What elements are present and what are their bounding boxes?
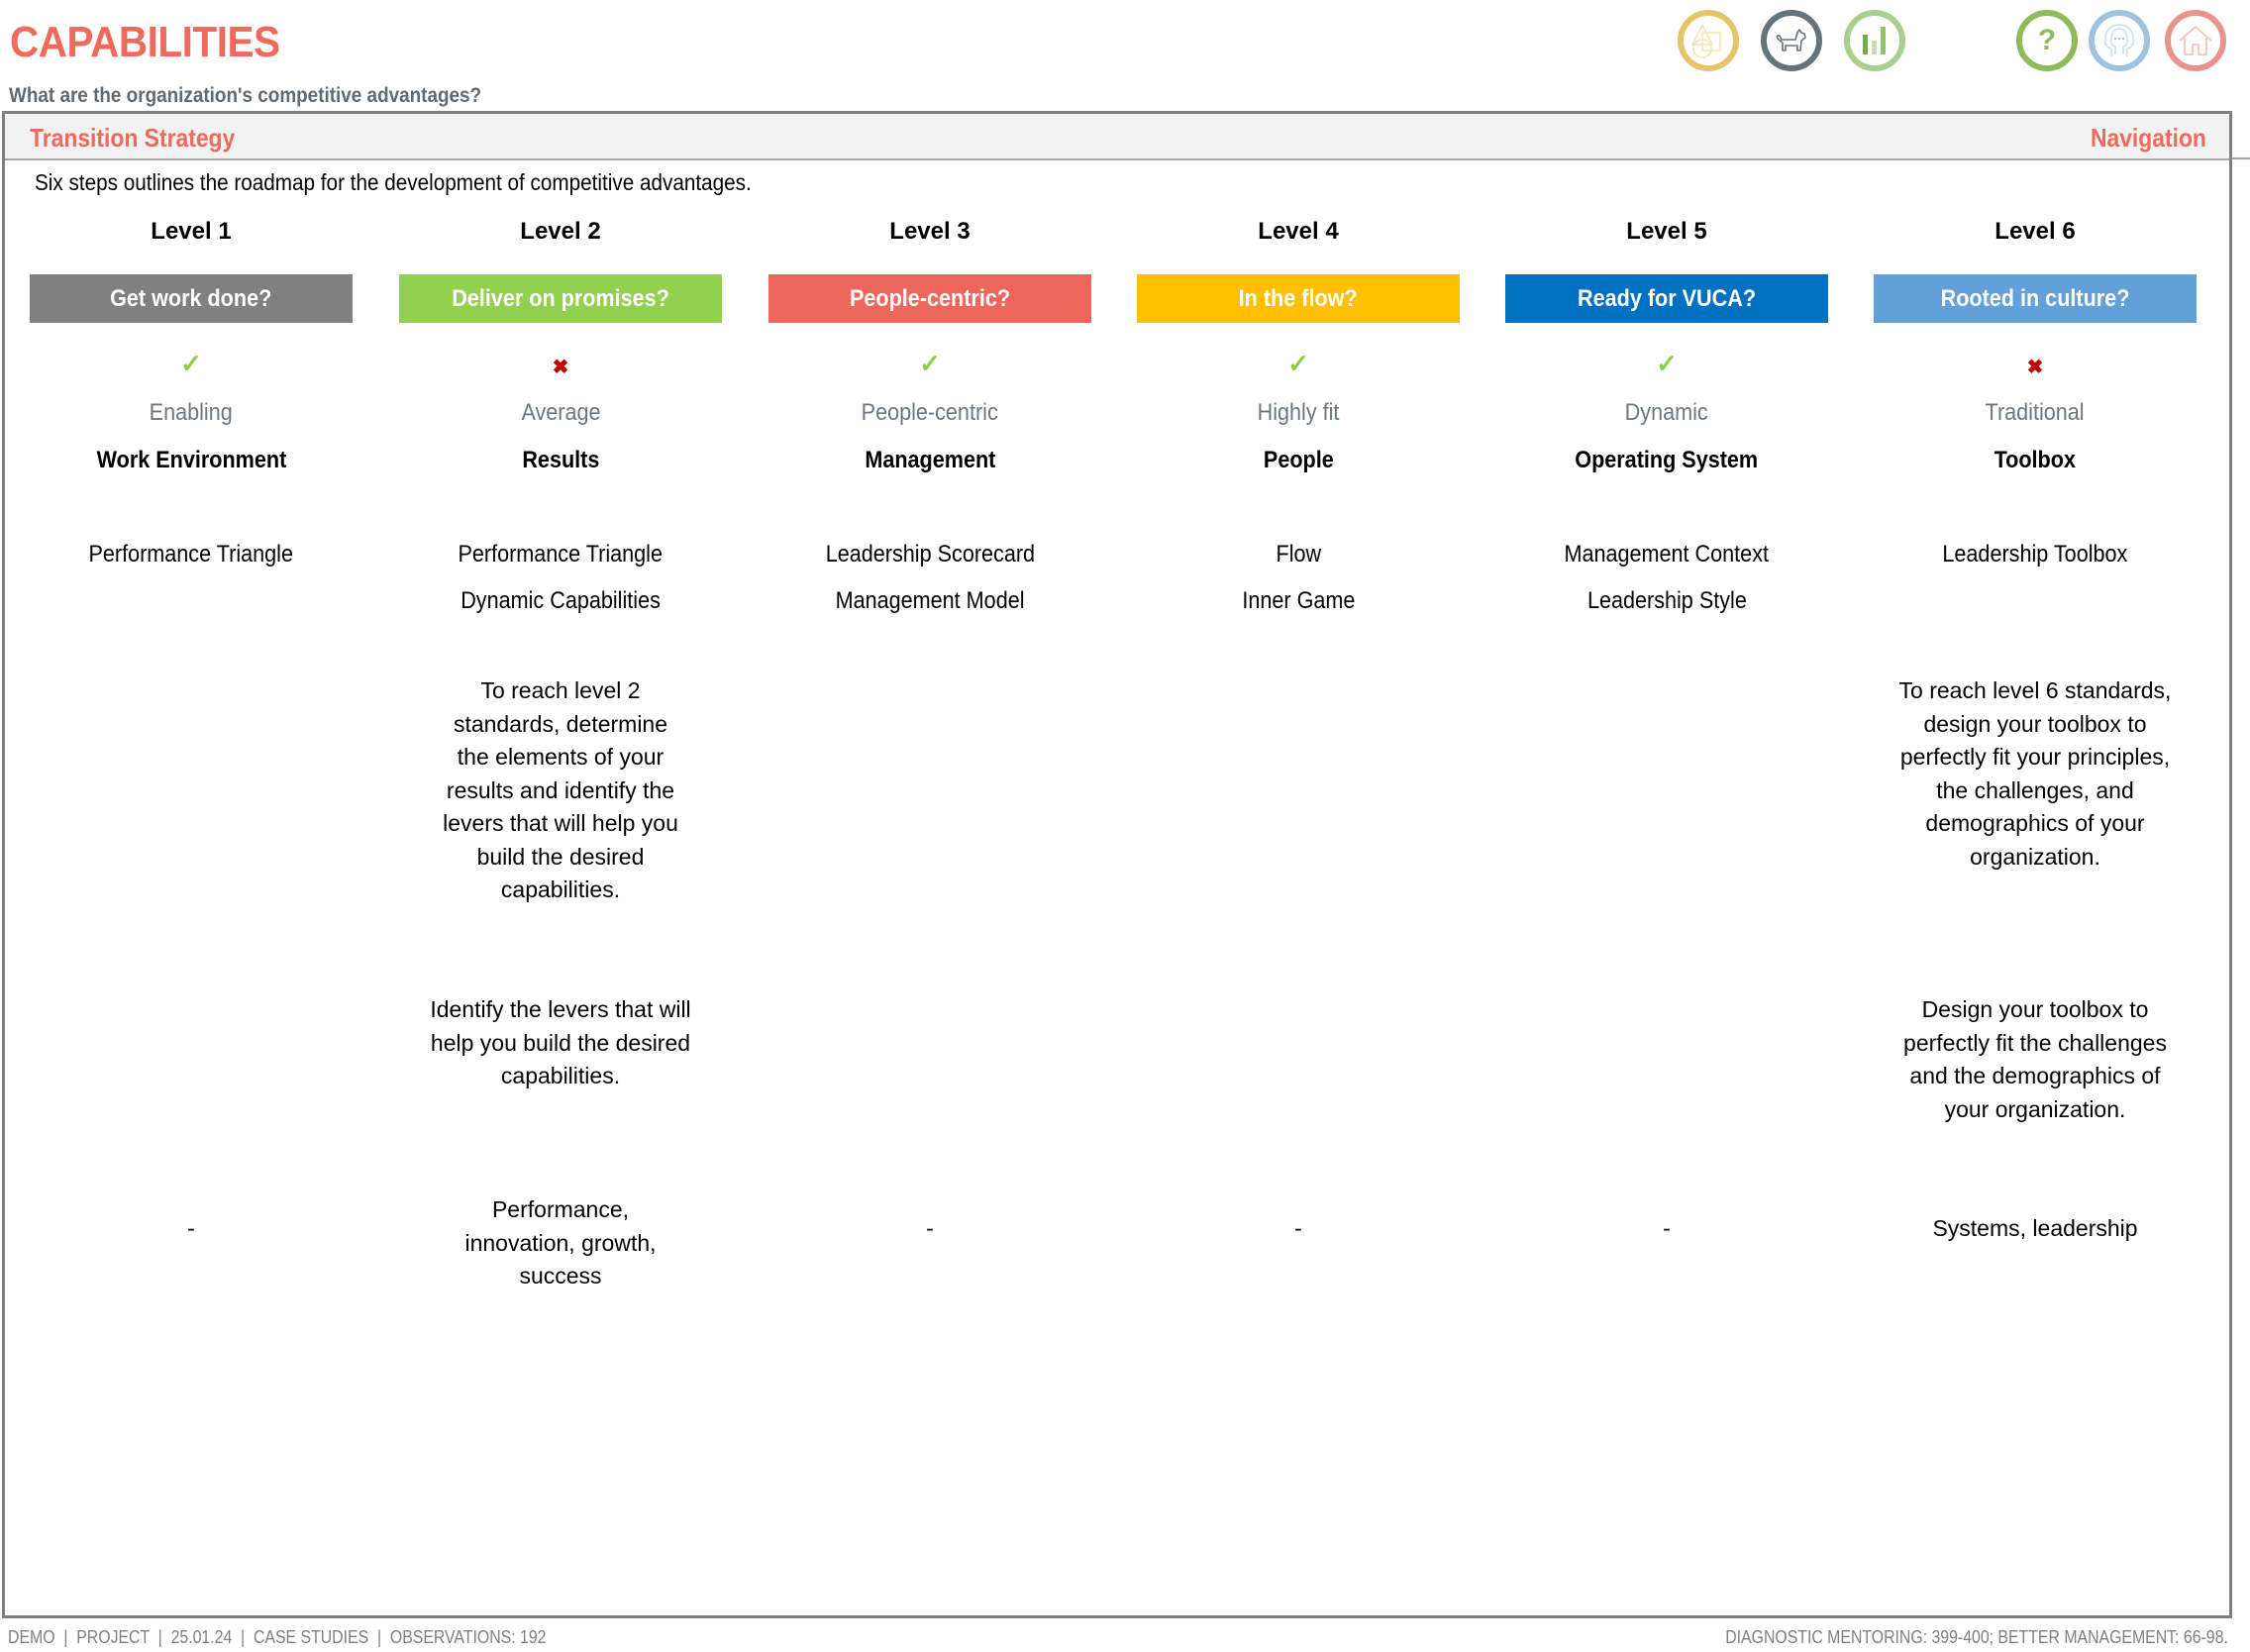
level-column: Level 3 People-centric? ✓ People-centric… (768, 0, 1091, 1652)
level-outcome: - (187, 1215, 195, 1241)
level-status: Traditional (1985, 399, 2086, 426)
level-question-button[interactable]: In the flow? (1137, 274, 1460, 323)
level-label: Level 4 (1258, 218, 1339, 245)
tool-link[interactable]: Management Context (1505, 541, 1828, 568)
capability-title: Management (864, 447, 996, 473)
level-status: People-centric (861, 399, 999, 426)
level-column: Level 2 Deliver on promises? ✖ Average R… (399, 0, 722, 1652)
level-label: Level 5 (1626, 218, 1707, 245)
tool-link[interactable]: Management Model (768, 587, 1091, 615)
level-label: Level 6 (1994, 218, 2076, 245)
cross-icon: ✖ (552, 357, 569, 378)
level-question-label: In the flow? (1239, 284, 1358, 312)
check-icon: ✓ (1656, 349, 1678, 378)
check-icon: ✓ (180, 349, 202, 378)
level-question-button[interactable]: People-centric? (768, 274, 1091, 323)
level-question-label: People-centric? (849, 284, 1011, 312)
level-status: Enabling (149, 399, 234, 426)
tool-link[interactable]: Leadership Toolbox (1874, 541, 2197, 568)
capability-title: People (1263, 447, 1334, 473)
level-question-button[interactable]: Rooted in culture? (1874, 274, 2197, 323)
tool-link[interactable]: Performance Triangle (30, 541, 353, 568)
level-outcome: - (1294, 1215, 1302, 1241)
level-question-label: Get work done? (110, 284, 272, 312)
level-label: Level 1 (151, 218, 232, 245)
level-question-button[interactable]: Deliver on promises? (399, 274, 722, 323)
level-status: Average (520, 399, 601, 426)
check-icon: ✓ (919, 349, 941, 378)
check-icon: ✓ (1287, 349, 1309, 378)
capability-title: Work Environment (96, 447, 286, 473)
level-label: Level 2 (520, 218, 601, 245)
footer-meta: DEMO | PROJECT | 25.01.24 | CASE STUDIES… (8, 1627, 547, 1647)
level-question-label: Deliver on promises? (452, 284, 669, 312)
level-hint: Identify the levers that will help you b… (430, 996, 691, 1088)
level-column: Level 1 Get work done? ✓ Enabling Work E… (30, 0, 353, 1652)
level-status: Dynamic (1624, 399, 1709, 426)
tool-link[interactable]: Inner Game (1137, 587, 1460, 615)
level-question-label: Ready for VUCA? (1577, 284, 1757, 312)
level-column: Level 5 Ready for VUCA? ✓ Dynamic Operat… (1505, 0, 1828, 1652)
tool-link[interactable]: Dynamic Capabilities (399, 587, 722, 615)
tool-link[interactable]: Flow (1137, 541, 1460, 568)
capability-title: Results (521, 447, 600, 473)
tool-link[interactable]: Leadership Style (1505, 587, 1828, 615)
level-question-label: Rooted in culture? (1940, 284, 2130, 312)
header-divider (2232, 157, 2250, 159)
level-description: To reach level 2 standards, determine th… (443, 677, 678, 902)
tool-link[interactable] (1874, 587, 2197, 615)
capability-title: Operating System (1575, 447, 1759, 473)
tool-link[interactable]: Performance Triangle (399, 541, 722, 568)
level-status: Highly fit (1257, 399, 1340, 426)
level-question-button[interactable]: Ready for VUCA? (1505, 274, 1828, 323)
level-column: Level 4 In the flow? ✓ Highly fit People… (1137, 0, 1460, 1652)
level-description: To reach level 6 standards, design your … (1898, 677, 2172, 870)
footer-references: DIAGNOSTIC MENTORING: 399-400; BETTER MA… (1725, 1627, 2228, 1647)
level-outcome: Systems, leadership (1932, 1215, 2138, 1241)
level-outcome: - (926, 1215, 934, 1241)
level-column: Level 6 Rooted in culture? ✖ Traditional… (1874, 0, 2197, 1652)
level-label: Level 3 (889, 218, 971, 245)
capability-title: Toolbox (1994, 447, 2077, 473)
tool-link[interactable] (30, 587, 353, 615)
level-outcome: - (1663, 1215, 1671, 1241)
level-hint: Design your toolbox to perfectly fit the… (1903, 996, 2167, 1122)
level-outcome: Performance, innovation, growth, success (464, 1196, 657, 1289)
level-question-button[interactable]: Get work done? (30, 274, 353, 323)
tool-link[interactable]: Leadership Scorecard (768, 541, 1091, 568)
cross-icon: ✖ (2026, 357, 2044, 378)
